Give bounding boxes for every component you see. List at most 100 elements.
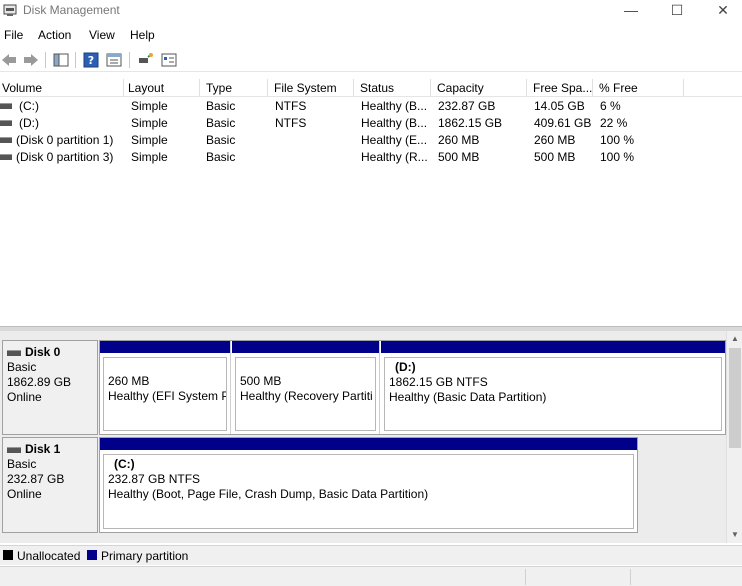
volume-row[interactable]: (Disk 0 partition 3) Simple Basic Health… [0, 149, 742, 166]
forward-icon[interactable] [22, 51, 40, 69]
volume-percent-free: 100 % [600, 150, 635, 164]
status-segment [525, 569, 526, 585]
volume-capacity: 260 MB [438, 133, 480, 147]
partition-status: Healthy (Basic Data Partition) [389, 390, 547, 404]
properties-icon[interactable] [105, 51, 123, 69]
partition-status: Healthy (Boot, Page File, Crash Dump, Ba… [108, 487, 429, 501]
minimize-button[interactable]: — [608, 0, 654, 22]
volume-name: (C:) [19, 99, 39, 113]
scroll-up-icon[interactable]: ▲ [727, 331, 742, 347]
primary-partition-bar [232, 341, 379, 353]
disk-name: Disk 0 [25, 345, 61, 359]
column-layout[interactable]: Layout [124, 79, 200, 97]
partition-c[interactable]: (C:) 232.87 GB NTFS Healthy (Boot, Page … [100, 438, 637, 532]
help-icon[interactable]: ? [82, 51, 100, 69]
volume-row[interactable]: (Disk 0 partition 1) Simple Basic Health… [0, 132, 742, 149]
disk-type: Basic [7, 457, 37, 471]
disk-size: 232.87 GB [7, 472, 65, 486]
volume-percent-free: 100 % [600, 133, 635, 147]
volume-list: Volume Layout Type File System Status Ca… [0, 79, 742, 326]
volume-type: Basic [206, 133, 236, 147]
connect-icon[interactable] [136, 51, 154, 69]
legend: Unallocated Primary partition [0, 545, 742, 565]
disk-graphical-view: Disk 0 Basic 1862.89 GB Online 260 MB He… [0, 331, 742, 543]
partition-recovery[interactable]: 500 MB Healthy (Recovery Partiti [232, 341, 380, 434]
vertical-scrollbar[interactable]: ▲ ▼ [726, 331, 742, 543]
volume-file-system: NTFS [275, 99, 307, 113]
volume-layout: Simple [131, 116, 168, 130]
volume-free-space: 260 MB [534, 133, 576, 147]
column-file-system[interactable]: File System [268, 79, 354, 97]
volume-status: Healthy (R... [361, 150, 428, 164]
toolbar: ? [0, 48, 742, 72]
volume-free-space: 14.05 GB [534, 99, 585, 113]
partition-status: Healthy (Recovery Partiti [240, 389, 373, 403]
volume-status: Healthy (E... [361, 133, 428, 147]
primary-partition-bar [100, 438, 637, 450]
list-header: Volume Layout Type File System Status Ca… [0, 79, 742, 97]
status-bar [0, 566, 742, 586]
volume-name: (D:) [19, 116, 39, 130]
volume-percent-free: 6 % [600, 99, 621, 113]
volume-row[interactable]: (C:) Simple Basic NTFS Healthy (B... 232… [0, 98, 742, 115]
title-bar: Disk Management — ☐ ✕ [0, 0, 742, 22]
disk-state: Online [7, 390, 42, 404]
volume-row[interactable]: (D:) Simple Basic NTFS Healthy (B... 186… [0, 115, 742, 132]
volume-layout: Simple [131, 99, 168, 113]
volume-free-space: 409.61 GB [534, 116, 592, 130]
volume-name: (Disk 0 partition 1) [16, 133, 114, 147]
volume-capacity: 232.87 GB [438, 99, 496, 113]
scroll-thumb[interactable] [729, 348, 741, 448]
menu-bar: File Action View Help [0, 25, 742, 45]
partition-size: 1862.15 GB NTFS [389, 375, 488, 389]
checklist-icon[interactable] [160, 51, 178, 69]
status-segment [630, 569, 631, 585]
column-type[interactable]: Type [200, 79, 268, 97]
volume-icon [0, 137, 12, 143]
column-status[interactable]: Status [354, 79, 431, 97]
partition-size: 260 MB [108, 374, 150, 388]
menu-file[interactable]: File [4, 28, 23, 42]
menu-view[interactable]: View [89, 28, 115, 42]
partition-d[interactable]: (D:) 1862.15 GB NTFS Healthy (Basic Data… [381, 341, 725, 434]
column-capacity[interactable]: Capacity [431, 79, 527, 97]
partition-status: Healthy (EFI System Pa [108, 389, 227, 403]
unallocated-swatch [3, 550, 13, 560]
maximize-button[interactable]: ☐ [654, 0, 700, 22]
partition-label: (D:) [395, 360, 416, 374]
disk-state: Online [7, 487, 42, 501]
disk-1-partitions: (C:) 232.87 GB NTFS Healthy (Boot, Page … [99, 437, 638, 533]
window-title: Disk Management [23, 3, 120, 17]
svg-text:?: ? [88, 54, 94, 67]
legend-unallocated: Unallocated [17, 549, 81, 563]
column-percent-free[interactable]: % Free [593, 79, 684, 97]
primary-partition-bar [100, 341, 230, 353]
partition-efi[interactable]: 260 MB Healthy (EFI System Pa [100, 341, 231, 434]
volume-icon [0, 120, 12, 126]
column-volume[interactable]: Volume [0, 79, 124, 97]
disk-0-info[interactable]: Disk 0 Basic 1862.89 GB Online [2, 340, 98, 435]
menu-action[interactable]: Action [38, 28, 71, 42]
menu-help[interactable]: Help [130, 28, 155, 42]
volume-layout: Simple [131, 133, 168, 147]
disk-management-icon [3, 4, 17, 16]
volume-type: Basic [206, 150, 236, 164]
console-tree-icon[interactable] [52, 51, 70, 69]
volume-percent-free: 22 % [600, 116, 628, 130]
volume-free-space: 500 MB [534, 150, 576, 164]
partition-label: (C:) [114, 457, 135, 471]
volume-type: Basic [206, 99, 236, 113]
disk-0-partitions: 260 MB Healthy (EFI System Pa 500 MB Hea… [99, 340, 726, 435]
disk-name: Disk 1 [25, 442, 61, 456]
column-free-space[interactable]: Free Spa... [527, 79, 593, 97]
back-icon[interactable] [0, 51, 18, 69]
volume-capacity: 1862.15 GB [438, 116, 503, 130]
volume-status: Healthy (B... [361, 99, 428, 113]
disk-1-info[interactable]: Disk 1 Basic 232.87 GB Online [2, 437, 98, 533]
disk-type: Basic [7, 360, 37, 374]
scroll-down-icon[interactable]: ▼ [727, 527, 742, 543]
disk-icon [7, 446, 21, 453]
volume-layout: Simple [131, 150, 168, 164]
partition-size: 500 MB [240, 374, 282, 388]
close-button[interactable]: ✕ [700, 0, 742, 22]
